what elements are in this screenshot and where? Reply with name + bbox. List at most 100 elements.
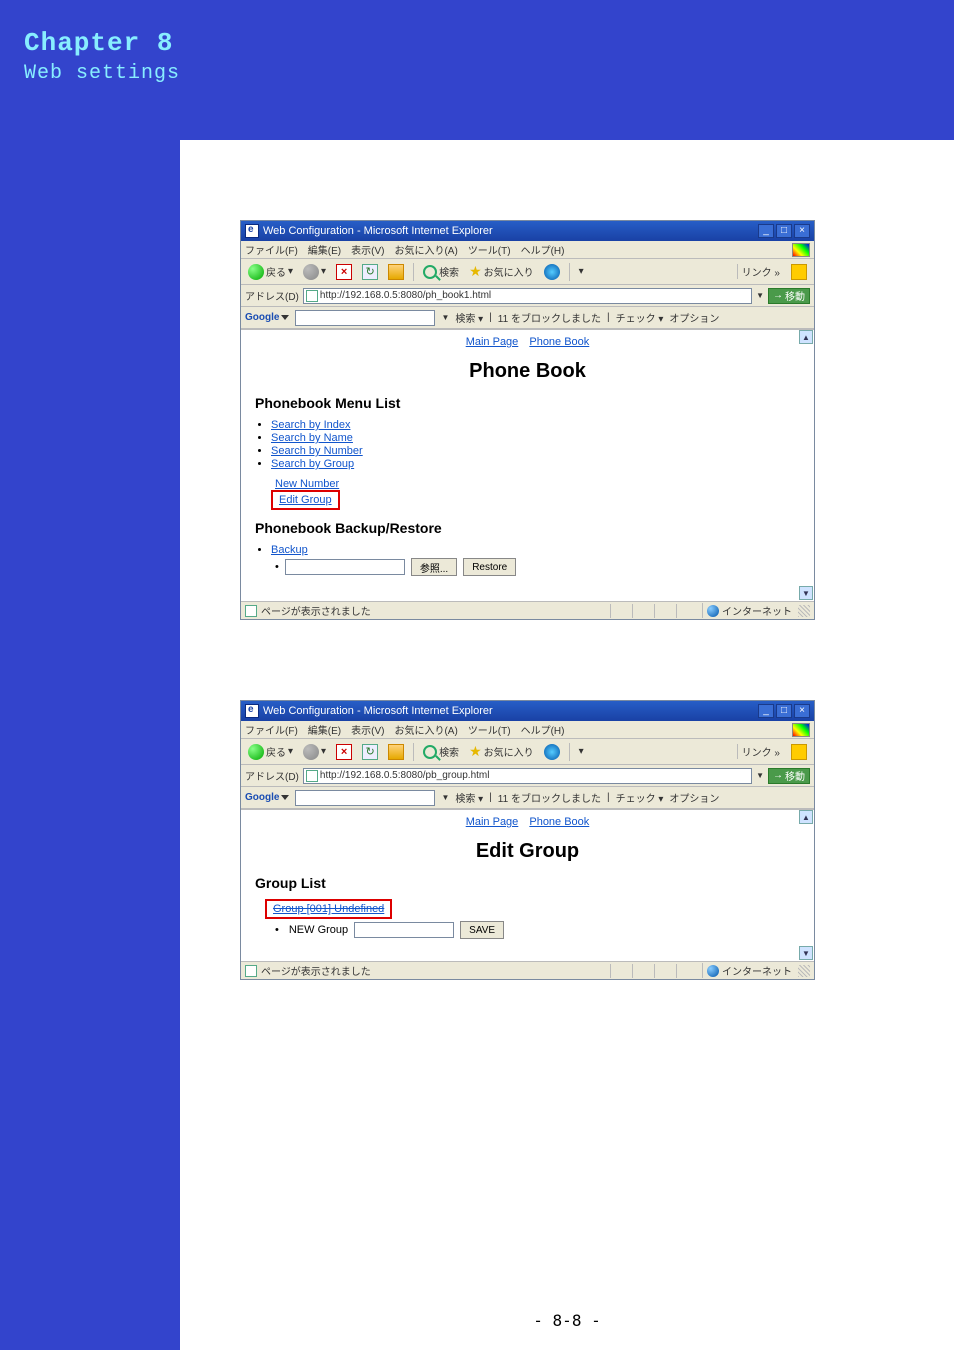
- media-button[interactable]: [541, 262, 563, 282]
- menu-file[interactable]: ファイル(F): [245, 242, 298, 257]
- stop-button[interactable]: ×: [333, 262, 355, 282]
- menu-file[interactable]: ファイル(F): [245, 722, 298, 737]
- norton-button[interactable]: [788, 262, 810, 282]
- group-001-link[interactable]: Group [001] Undefined: [273, 903, 384, 915]
- menu-tools[interactable]: ツール(T): [468, 242, 511, 257]
- maximize-button[interactable]: □: [776, 704, 792, 718]
- main-page-link[interactable]: Main Page: [466, 816, 519, 828]
- menu-view[interactable]: 表示(V): [351, 242, 384, 257]
- menu-edit[interactable]: 編集(E): [308, 242, 341, 257]
- google-search-input[interactable]: [295, 790, 435, 806]
- status-bar: ページが表示されました インターネット: [241, 961, 814, 979]
- scroll-down-button[interactable]: ▼: [799, 586, 813, 600]
- menu-favorites[interactable]: お気に入り(A): [394, 722, 457, 737]
- phone-book-link[interactable]: Phone Book: [529, 816, 589, 828]
- home-button[interactable]: [385, 262, 407, 282]
- main-page-link[interactable]: Main Page: [466, 336, 519, 348]
- favorites-button[interactable]: ★お気に入り: [466, 742, 537, 762]
- menu-favorites[interactable]: お気に入り(A): [394, 242, 457, 257]
- menu-tools[interactable]: ツール(T): [468, 722, 511, 737]
- norton-icon: [791, 744, 807, 760]
- home-button[interactable]: [385, 742, 407, 762]
- refresh-icon: ↻: [362, 264, 378, 280]
- chapter-subtitle: Web settings: [24, 62, 180, 85]
- google-options[interactable]: オプション: [669, 790, 719, 805]
- new-number-link[interactable]: New Number: [275, 478, 814, 490]
- page-icon: [306, 290, 318, 302]
- close-button[interactable]: ×: [794, 704, 810, 718]
- links-label[interactable]: リンク »: [737, 744, 784, 759]
- google-check[interactable]: チェック ▾: [616, 310, 664, 325]
- address-label: アドレス(D): [245, 768, 299, 783]
- back-button[interactable]: 戻る ▾: [245, 742, 296, 762]
- google-search-button[interactable]: 検索 ▾: [455, 310, 483, 325]
- restore-file-input[interactable]: [285, 559, 405, 575]
- edit-group-highlight: Edit Group: [271, 490, 340, 510]
- favorites-button[interactable]: ★お気に入り: [466, 262, 537, 282]
- browse-button[interactable]: 参照...: [411, 558, 457, 576]
- google-search-button[interactable]: 検索 ▾: [455, 790, 483, 805]
- stop-button[interactable]: ×: [333, 742, 355, 762]
- backup-link[interactable]: Backup: [271, 544, 308, 556]
- refresh-icon: ↻: [362, 744, 378, 760]
- status-page-icon: [245, 605, 257, 617]
- google-toolbar: Google ▼ 検索 ▾ | 11 をブロックしました | チェック ▾ オプ…: [241, 787, 814, 809]
- links-label[interactable]: リンク »: [737, 264, 784, 279]
- menu-edit[interactable]: 編集(E): [308, 722, 341, 737]
- new-group-input[interactable]: [354, 922, 454, 938]
- restore-button[interactable]: Restore: [463, 558, 516, 576]
- maximize-button[interactable]: □: [776, 224, 792, 238]
- new-group-label: NEW Group: [289, 924, 348, 936]
- status-bar: ページが表示されました インターネット: [241, 601, 814, 619]
- google-check[interactable]: チェック ▾: [616, 790, 664, 805]
- google-blocked[interactable]: 11 をブロックしました: [498, 310, 601, 325]
- save-button[interactable]: SAVE: [460, 921, 504, 939]
- scroll-down-button[interactable]: ▼: [799, 946, 813, 960]
- go-button[interactable]: → 移動: [768, 288, 810, 304]
- page-heading: Phone Book: [241, 360, 814, 383]
- norton-button[interactable]: [788, 742, 810, 762]
- resize-grip-icon: [798, 965, 810, 977]
- toolbar-extra[interactable]: ▾: [576, 262, 587, 282]
- scroll-up-button[interactable]: ▲: [799, 330, 813, 344]
- forward-button[interactable]: ▾: [300, 742, 329, 762]
- forward-button[interactable]: ▾: [300, 262, 329, 282]
- phone-book-link[interactable]: Phone Book: [529, 336, 589, 348]
- address-url: http://192.168.0.5:8080/pb_group.html: [320, 770, 490, 781]
- media-button[interactable]: [541, 742, 563, 762]
- scroll-up-button[interactable]: ▲: [799, 810, 813, 824]
- address-input[interactable]: http://192.168.0.5:8080/pb_group.html: [303, 768, 752, 784]
- close-button[interactable]: ×: [794, 224, 810, 238]
- ie-window-editgroup: Web Configuration - Microsoft Internet E…: [240, 700, 815, 980]
- search-by-group-link[interactable]: Search by Group: [271, 458, 354, 470]
- minimize-button[interactable]: _: [758, 704, 774, 718]
- address-input[interactable]: http://192.168.0.5:8080/ph_book1.html: [303, 288, 752, 304]
- google-logo[interactable]: Google: [245, 312, 289, 323]
- google-blocked[interactable]: 11 をブロックしました: [498, 790, 601, 805]
- address-dropdown[interactable]: ▼: [756, 291, 764, 300]
- minimize-button[interactable]: _: [758, 224, 774, 238]
- toolbar-extra[interactable]: ▾: [576, 742, 587, 762]
- menu-help[interactable]: ヘルプ(H): [521, 722, 565, 737]
- search-button[interactable]: 検索: [420, 262, 462, 282]
- search-by-index-link[interactable]: Search by Index: [271, 419, 351, 431]
- search-by-name-link[interactable]: Search by Name: [271, 432, 353, 444]
- toolbar: 戻る ▾ ▾ × ↻ 検索 ★お気に入り ▾ リンク »: [241, 739, 814, 765]
- google-logo[interactable]: Google: [245, 792, 289, 803]
- address-dropdown[interactable]: ▼: [756, 771, 764, 780]
- edit-group-link[interactable]: Edit Group: [279, 494, 332, 506]
- stop-icon: ×: [336, 264, 352, 280]
- back-button[interactable]: 戻る ▾: [245, 262, 296, 282]
- status-zone: インターネット: [702, 963, 792, 978]
- search-by-number-link[interactable]: Search by Number: [271, 445, 363, 457]
- menu-view[interactable]: 表示(V): [351, 722, 384, 737]
- google-search-input[interactable]: [295, 310, 435, 326]
- refresh-button[interactable]: ↻: [359, 742, 381, 762]
- google-options[interactable]: オプション: [669, 310, 719, 325]
- window-title-bar: Web Configuration - Microsoft Internet E…: [241, 221, 814, 241]
- refresh-button[interactable]: ↻: [359, 262, 381, 282]
- search-button[interactable]: 検索: [420, 742, 462, 762]
- media-icon: [544, 744, 560, 760]
- menu-help[interactable]: ヘルプ(H): [521, 242, 565, 257]
- go-button[interactable]: → 移動: [768, 768, 810, 784]
